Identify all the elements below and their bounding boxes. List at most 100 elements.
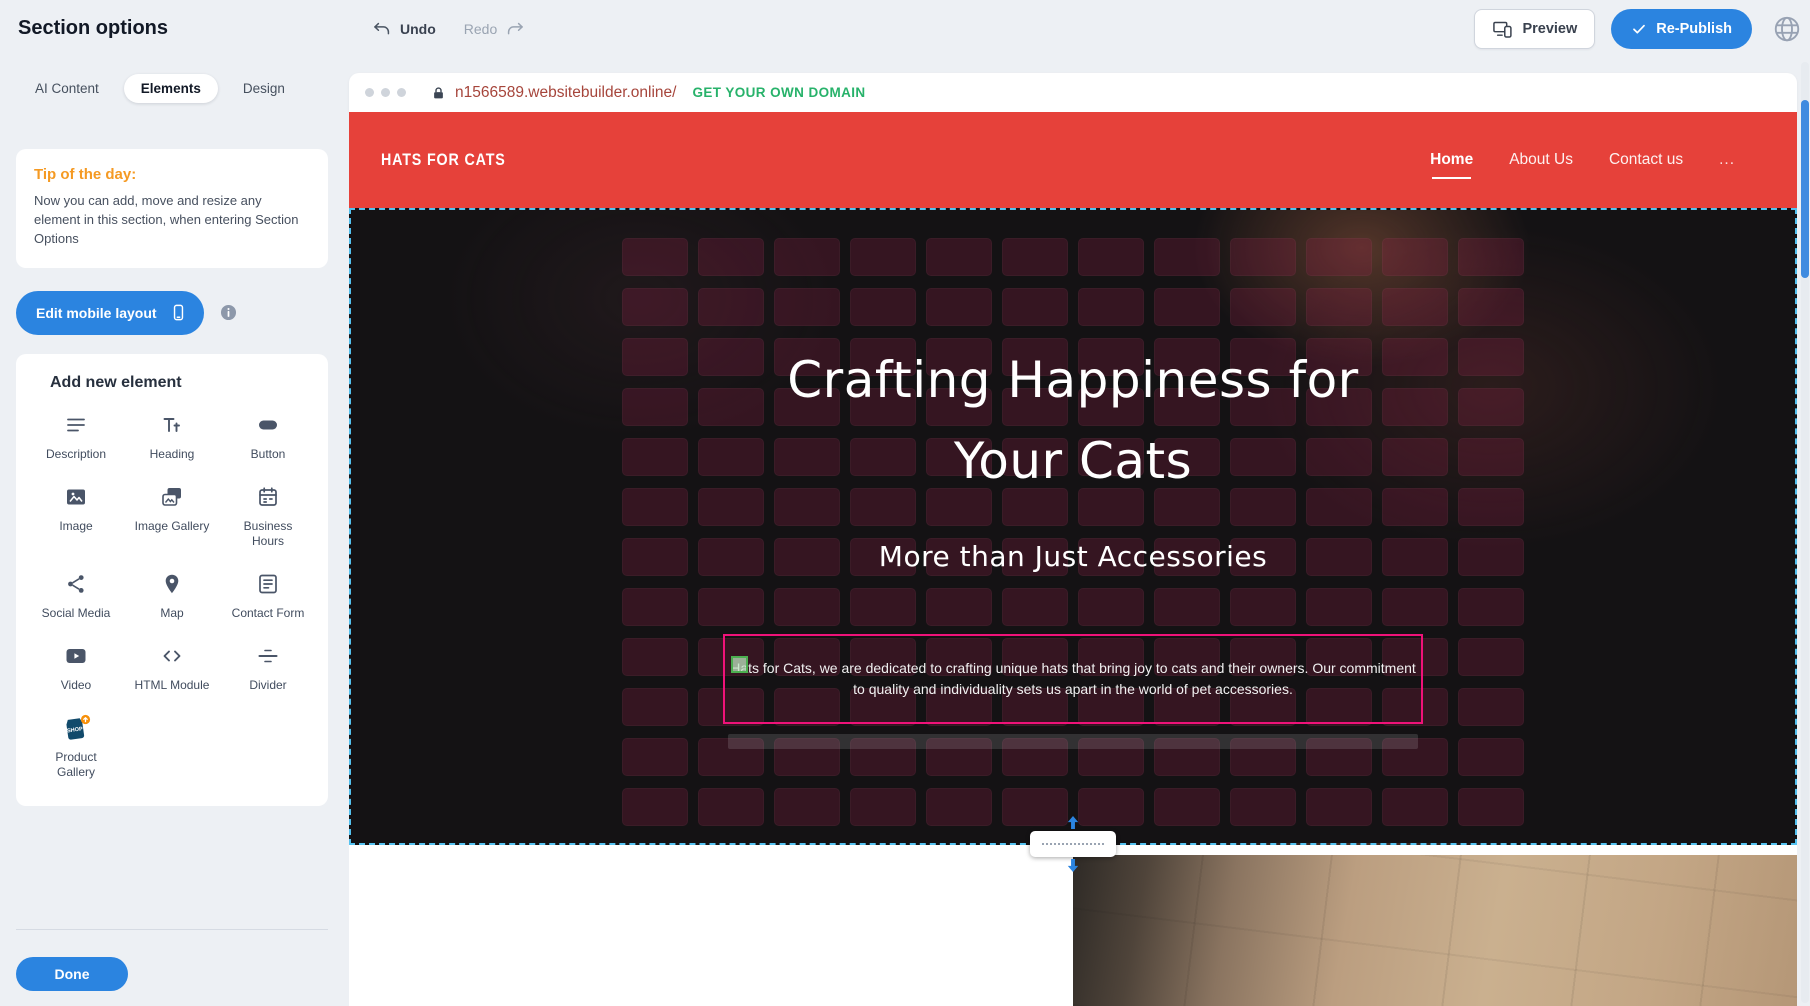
element-image[interactable]: Image xyxy=(28,484,124,549)
get-domain-link[interactable]: GET YOUR OWN DOMAIN xyxy=(692,85,865,100)
hero-tile xyxy=(1458,238,1524,276)
element-button[interactable]: Button xyxy=(220,412,316,462)
hero-tile xyxy=(698,238,764,276)
hero-tile xyxy=(850,288,916,326)
nav-home[interactable]: Home xyxy=(1430,151,1473,169)
redo-label: Redo xyxy=(464,21,497,37)
sidebar-tabs: AI Content Elements Design xyxy=(18,74,344,103)
video-icon xyxy=(64,643,88,670)
preview-label: Preview xyxy=(1522,21,1577,37)
element-product-gallery[interactable]: SHOP Product Gallery xyxy=(28,715,124,780)
hero-tile xyxy=(1230,288,1296,326)
tab-design[interactable]: Design xyxy=(226,74,302,103)
hero-heading[interactable]: Crafting Happiness for Your Cats xyxy=(733,340,1413,502)
info-icon[interactable] xyxy=(219,303,238,322)
nav-about-us[interactable]: About Us xyxy=(1509,151,1573,169)
hero-paragraph[interactable]: Hats for Cats, we are dedicated to craft… xyxy=(728,658,1418,700)
description-icon xyxy=(64,412,88,439)
element-video[interactable]: Video xyxy=(28,643,124,693)
hero-tile xyxy=(1306,238,1372,276)
browser-bar: n1566589.websitebuilder.online/ GET YOUR… xyxy=(349,73,1797,112)
window-dot xyxy=(397,88,406,97)
element-label: Image xyxy=(59,519,92,534)
hero-tile xyxy=(850,588,916,626)
nav-contact-us[interactable]: Contact us xyxy=(1609,151,1683,169)
tip-body: Now you can add, move and resize any ele… xyxy=(34,192,310,249)
selected-text-element[interactable]: Hats for Cats, we are dedicated to craft… xyxy=(723,634,1423,724)
element-grid: Description Heading Button xyxy=(28,412,316,780)
hero-tile xyxy=(1382,288,1448,326)
hero-tile xyxy=(622,638,688,676)
scrollbar-track[interactable] xyxy=(1801,62,1809,1003)
element-description[interactable]: Description xyxy=(28,412,124,462)
divider-icon xyxy=(256,643,280,670)
page-title: Section options xyxy=(18,17,168,40)
site-header[interactable]: HATS FOR CATS Home About Us Contact us .… xyxy=(349,112,1797,208)
edit-mobile-layout-label: Edit mobile layout xyxy=(36,305,157,321)
site-nav: Home About Us Contact us ... xyxy=(1430,151,1735,169)
hero-tile xyxy=(1002,238,1068,276)
hero-tile xyxy=(622,488,688,526)
globe-icon xyxy=(1772,14,1802,44)
element-divider[interactable]: Divider xyxy=(220,643,316,693)
scrollbar-thumb[interactable] xyxy=(1801,100,1809,278)
element-map[interactable]: Map xyxy=(124,571,220,621)
tip-card: Tip of the day: Now you can add, move an… xyxy=(16,149,328,268)
hero-tile xyxy=(622,238,688,276)
window-dot xyxy=(381,88,390,97)
element-label: Image Gallery xyxy=(135,519,210,534)
element-label: Heading xyxy=(150,447,195,462)
element-label: Video xyxy=(61,678,91,693)
hero-tile xyxy=(622,738,688,776)
undo-icon xyxy=(372,19,392,39)
hero-tile xyxy=(1458,738,1524,776)
undo-button[interactable]: Undo xyxy=(372,19,436,39)
sidebar: AI Content Elements Design Tip of the da… xyxy=(0,58,344,1006)
hero-tile xyxy=(1154,238,1220,276)
element-label: Social Media xyxy=(42,606,111,621)
hero-tile xyxy=(1458,788,1524,826)
hero-tile xyxy=(1154,788,1220,826)
hero-tile xyxy=(1458,438,1524,476)
arrow-up-icon xyxy=(1067,816,1080,829)
check-icon xyxy=(1631,21,1647,37)
nav-more-menu[interactable]: ... xyxy=(1719,151,1735,169)
done-button[interactable]: Done xyxy=(16,957,128,991)
hero-tile xyxy=(926,238,992,276)
hero-tile xyxy=(774,788,840,826)
hero-tile xyxy=(774,288,840,326)
hero-tile xyxy=(1382,238,1448,276)
element-drag-handle[interactable] xyxy=(731,656,748,673)
element-social-media[interactable]: Social Media xyxy=(28,571,124,621)
hero-tile xyxy=(622,788,688,826)
element-business-hours[interactable]: Business Hours xyxy=(220,484,316,549)
tab-elements[interactable]: Elements xyxy=(124,74,218,103)
map-icon xyxy=(160,571,184,598)
element-contact-form[interactable]: Contact Form xyxy=(220,571,316,621)
hero-section[interactable]: Crafting Happiness for Your Cats More th… xyxy=(349,208,1797,845)
element-html-module[interactable]: HTML Module xyxy=(124,643,220,693)
product-gallery-icon: SHOP xyxy=(60,715,92,742)
hero-subheading[interactable]: More than Just Accessories xyxy=(351,540,1795,574)
tab-ai-content[interactable]: AI Content xyxy=(18,74,116,103)
edit-mobile-layout-button[interactable]: Edit mobile layout xyxy=(16,291,204,335)
section-resize-handle[interactable] xyxy=(1030,831,1116,857)
republish-button[interactable]: Re-Publish xyxy=(1611,9,1752,49)
editor-canvas: n1566589.websitebuilder.online/ GET YOUR… xyxy=(349,73,1797,1006)
site-logo[interactable]: HATS FOR CATS xyxy=(381,150,506,170)
history-controls: Undo Redo xyxy=(372,0,525,58)
add-element-panel: Add new element Description Heading xyxy=(16,354,328,806)
preview-button[interactable]: Preview xyxy=(1474,9,1595,49)
add-element-heading: Add new element xyxy=(50,374,316,392)
element-heading[interactable]: Heading xyxy=(124,412,220,462)
site-url: n1566589.websitebuilder.online/ xyxy=(455,84,676,102)
devices-icon xyxy=(1492,19,1513,40)
hero-tile xyxy=(1078,788,1144,826)
hero-tile xyxy=(1306,588,1372,626)
language-globe-button[interactable] xyxy=(1772,14,1802,44)
element-image-gallery[interactable]: Image Gallery xyxy=(124,484,220,549)
arrow-down-icon xyxy=(1067,859,1080,872)
element-label: Contact Form xyxy=(232,606,305,621)
redo-button[interactable]: Redo xyxy=(464,19,525,39)
hero-tile xyxy=(1458,388,1524,426)
